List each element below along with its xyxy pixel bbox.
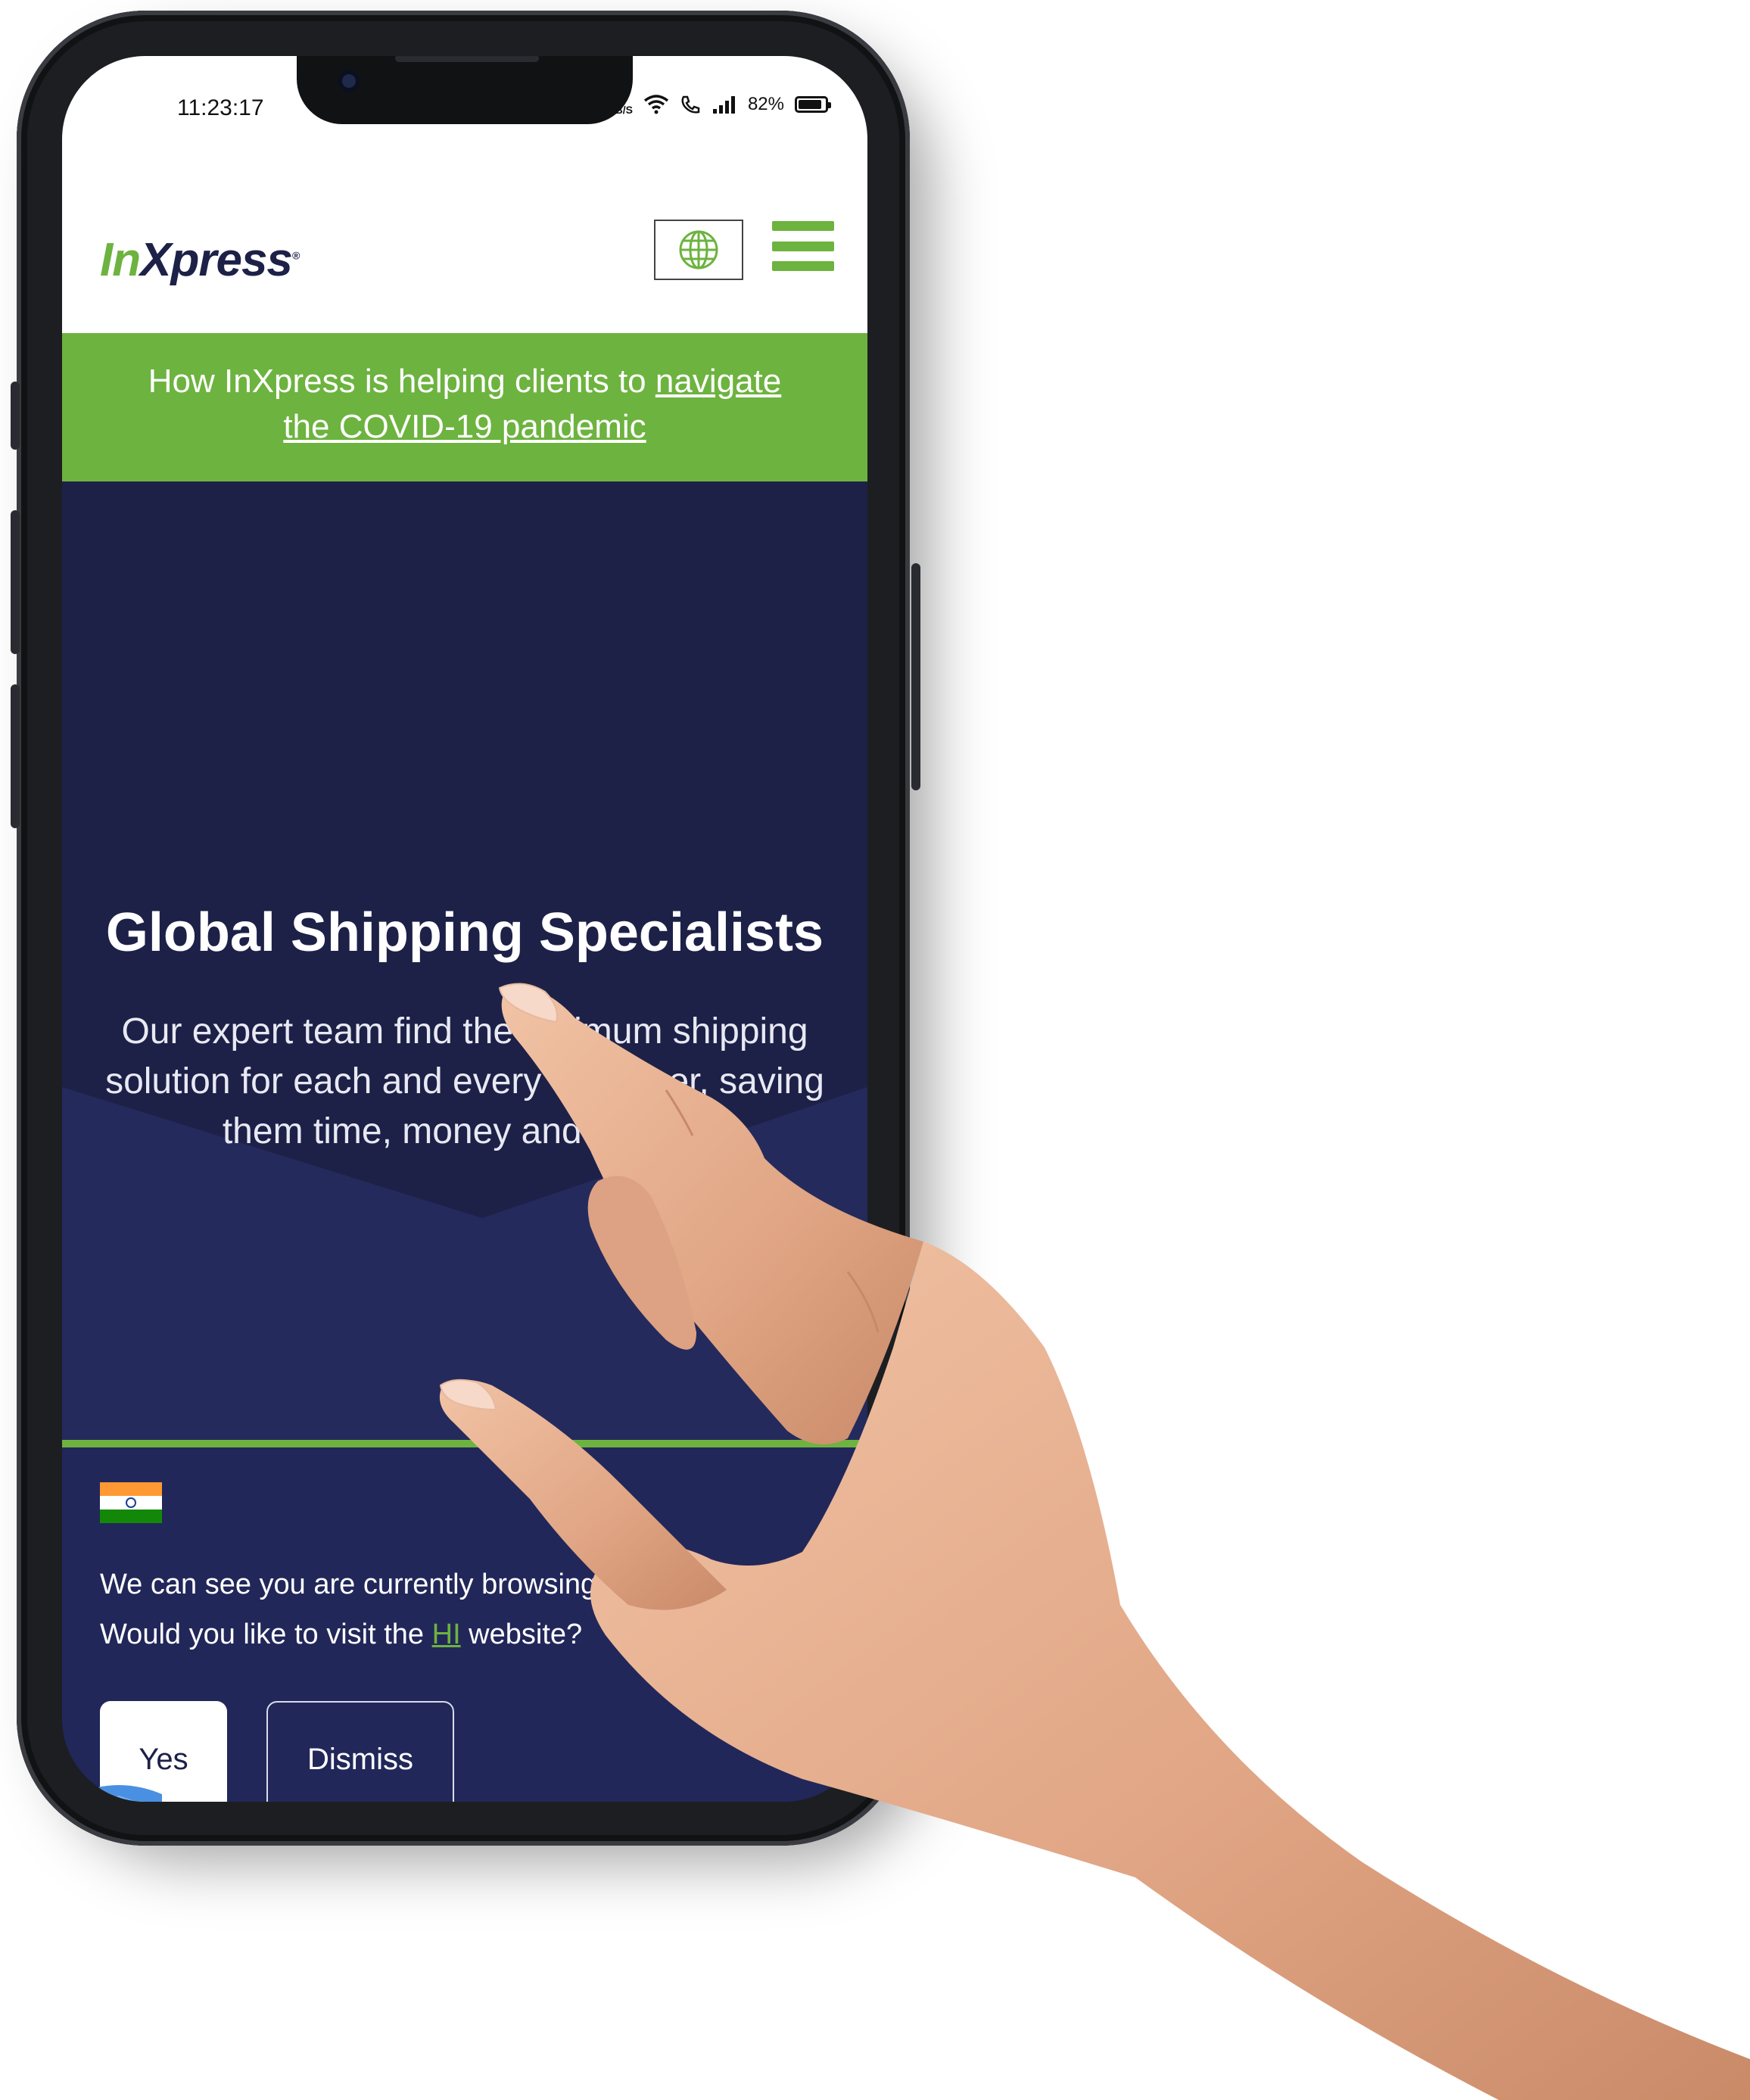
front-camera — [338, 70, 360, 92]
popup-message: We can see you are currently browsing fr… — [100, 1559, 710, 1659]
popup-top-border — [62, 1440, 867, 1447]
popup-line-1: We can see you are currently browsing fr… — [100, 1569, 711, 1600]
hero-section: Global Shipping Specialists Our expert t… — [62, 481, 867, 1440]
hamburger-menu-icon[interactable] — [772, 221, 834, 271]
wifi-icon — [643, 95, 669, 114]
logo-in-text: In — [100, 234, 141, 286]
logo-registered-mark: ® — [291, 249, 300, 262]
status-icons: 00 KB/S 82% — [608, 94, 831, 115]
popup-line-2: Would you like to visit the HI website? — [100, 1609, 710, 1659]
phone-screen: 11:23:17 00 KB/S 82% — [62, 56, 867, 1802]
menu-bar — [772, 241, 834, 251]
site-header: InXpress® — [62, 154, 867, 333]
banner-text: How InXpress is helping clients to — [148, 363, 655, 400]
popup-line-2-end: website? — [460, 1619, 583, 1650]
popup-line-2-start: Would you like to visit the — [100, 1619, 432, 1650]
side-button-volume-up — [11, 510, 20, 654]
india-flag-icon — [100, 1482, 162, 1523]
volte-call-icon — [681, 95, 700, 114]
status-time: 11:23:17 — [177, 95, 264, 120]
language-selector-button[interactable] — [654, 220, 743, 280]
region-website-link[interactable]: HI — [432, 1619, 461, 1650]
menu-bar — [772, 261, 834, 271]
globe-icon — [679, 230, 718, 270]
battery-icon — [795, 96, 831, 113]
signal-icon — [712, 96, 735, 114]
covid-banner: How InXpress is helping clients to navig… — [62, 333, 867, 481]
earpiece-speaker — [395, 56, 539, 62]
menu-bar — [772, 221, 834, 231]
battery-percent: 82% — [747, 94, 784, 114]
side-button-volume-down — [11, 684, 20, 828]
camera-notch — [297, 56, 633, 124]
side-button-silent — [11, 382, 20, 450]
location-popup: We can see you are currently browsing fr… — [62, 1447, 867, 1802]
side-button-power — [911, 563, 920, 790]
logo-xpress-text: Xpress — [140, 234, 293, 286]
hero-title: Global Shipping Specialists — [105, 902, 824, 963]
shield-check-icon[interactable] — [70, 1781, 168, 1802]
hero-subtitle: Our expert team find the optimum shippin… — [105, 1011, 824, 1151]
dismiss-button[interactable]: Dismiss — [266, 1701, 454, 1802]
inxpress-logo[interactable]: InXpress® — [100, 233, 300, 287]
